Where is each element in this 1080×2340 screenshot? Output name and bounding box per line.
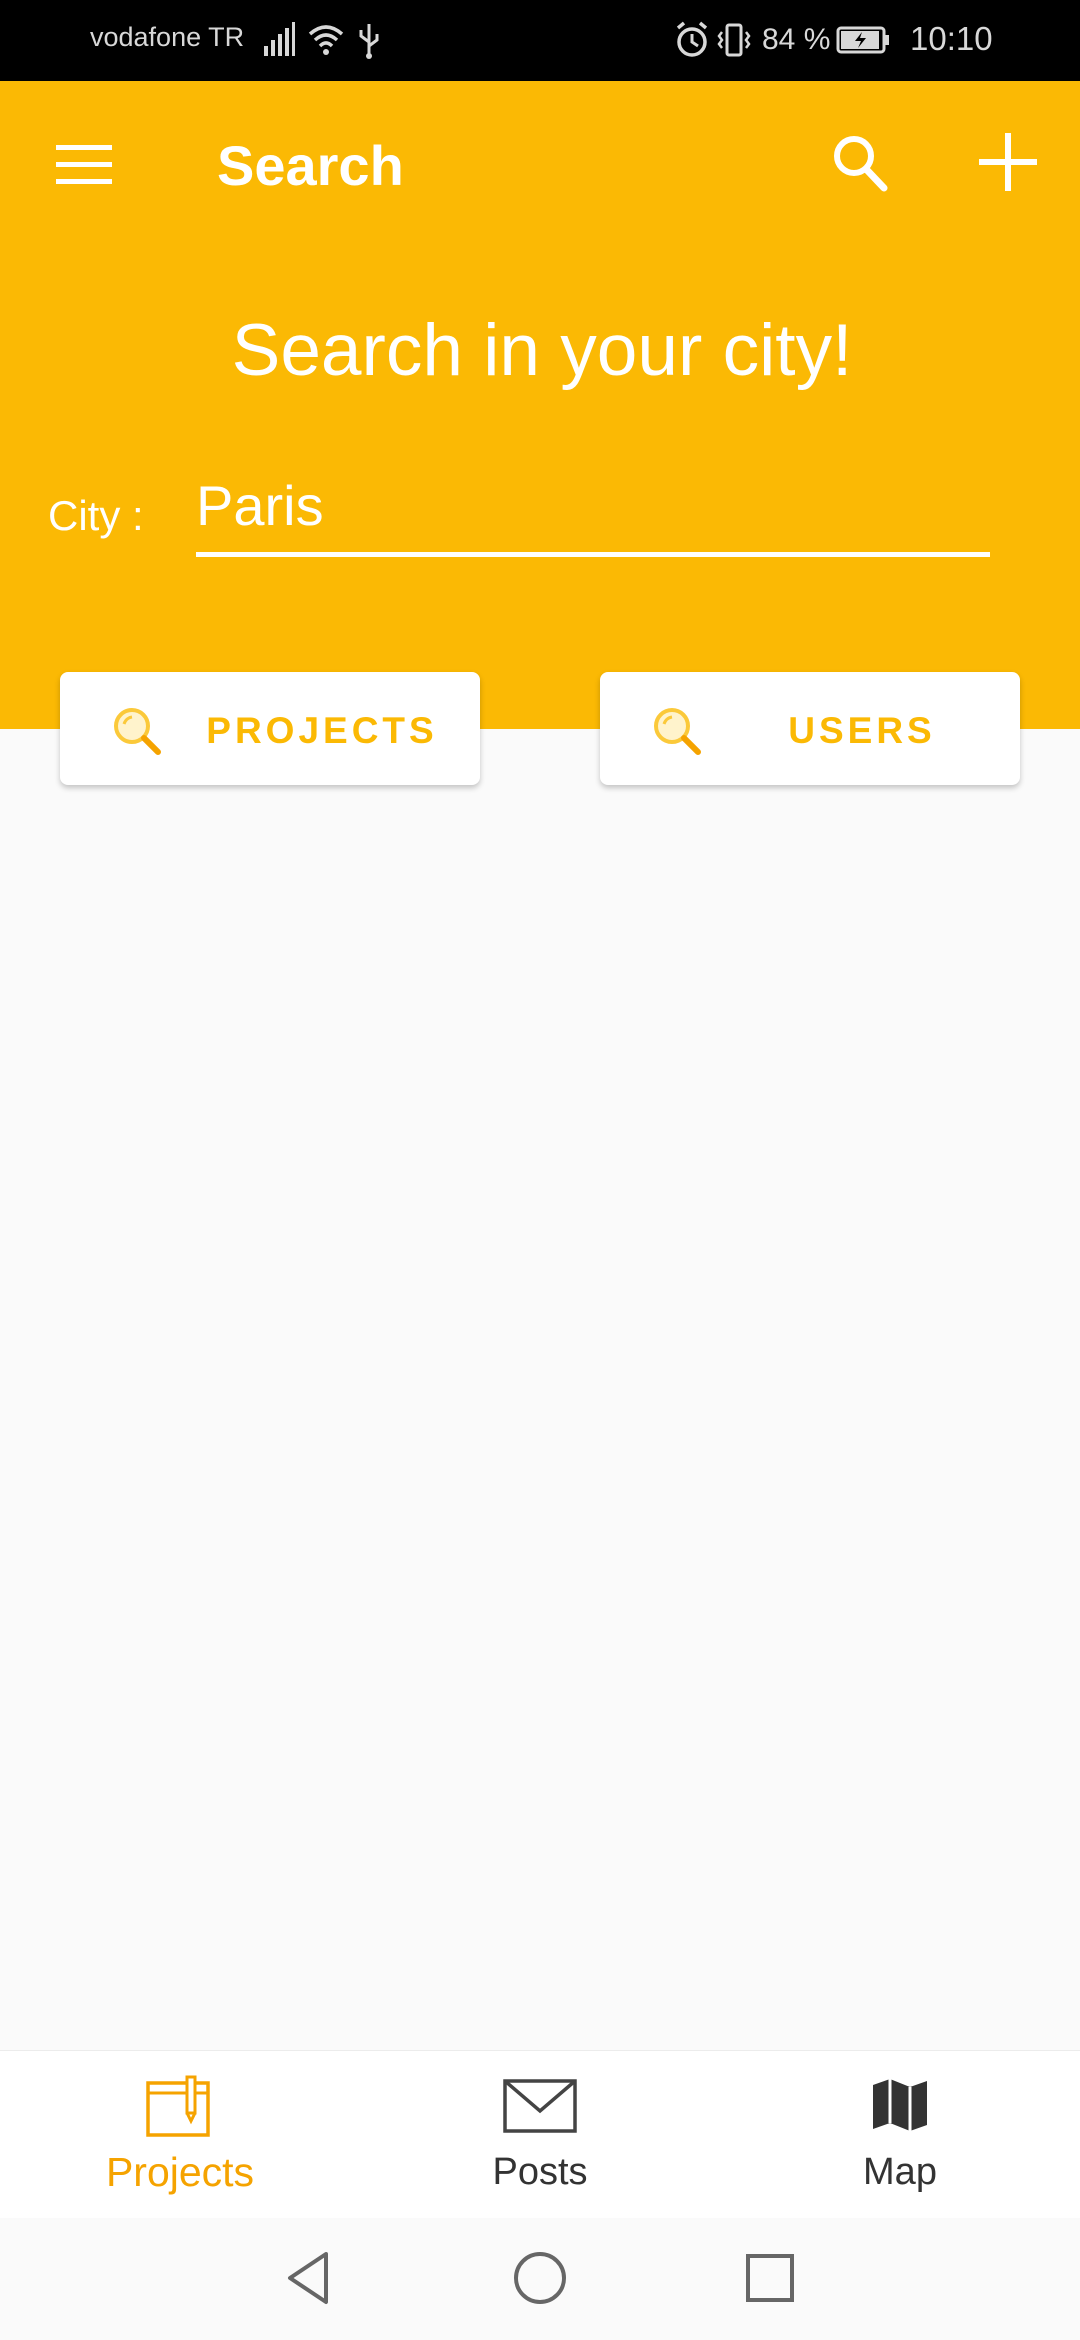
app-header: Search Search in your city! City : (0, 81, 1080, 729)
signal-icon (264, 22, 295, 56)
battery-percentage: 84 % (762, 23, 831, 56)
projects-icon (146, 2075, 210, 2137)
carrier-name: vodafone TR (90, 22, 245, 52)
search-users-label: USERS (788, 710, 936, 751)
clock: 10:10 (910, 20, 993, 57)
status-left-icons (262, 20, 382, 60)
city-input[interactable] (196, 469, 990, 557)
search-icon[interactable] (830, 131, 890, 195)
vibrate-icon (717, 23, 751, 57)
magnifier-icon (654, 708, 701, 755)
home-icon[interactable] (510, 2248, 570, 2308)
back-icon[interactable] (280, 2248, 340, 2308)
headline-text: Search in your city! (231, 310, 853, 391)
city-label: City : (48, 492, 144, 539)
bottom-navigation: Projects Posts Map (0, 2050, 1080, 2218)
nav-label-projects: Projects (105, 2149, 255, 2195)
nav-item-posts[interactable]: Posts (360, 2051, 720, 2219)
nav-label-posts: Posts (492, 2151, 588, 2193)
search-projects-button[interactable]: PROJECTS (60, 672, 480, 785)
page-title: Search (217, 134, 404, 197)
menu-icon[interactable] (54, 141, 114, 189)
envelope-icon (503, 2079, 577, 2133)
screen: vodafone TR 84 % 10:10 Search Search in … (0, 0, 1080, 2340)
battery-charging-icon (836, 26, 890, 54)
recents-icon[interactable] (740, 2248, 800, 2308)
search-projects-label: PROJECTS (206, 710, 438, 751)
status-right-icons: 84 % (674, 20, 892, 60)
headline: Search in your city! (0, 309, 1080, 392)
nav-item-map[interactable]: Map (720, 2051, 1080, 2219)
alarm-icon (676, 21, 708, 57)
nav-item-projects[interactable]: Projects (0, 2051, 360, 2219)
magnifier-icon (114, 708, 161, 755)
add-icon[interactable] (975, 129, 1041, 195)
status-bar: vodafone TR 84 % 10:10 (0, 0, 1080, 81)
map-icon (873, 2079, 927, 2131)
usb-icon (359, 24, 379, 59)
wifi-icon (308, 25, 344, 55)
nav-label-map: Map (863, 2151, 937, 2193)
system-navigation-bar (0, 2218, 1080, 2340)
search-users-button[interactable]: USERS (600, 672, 1020, 785)
